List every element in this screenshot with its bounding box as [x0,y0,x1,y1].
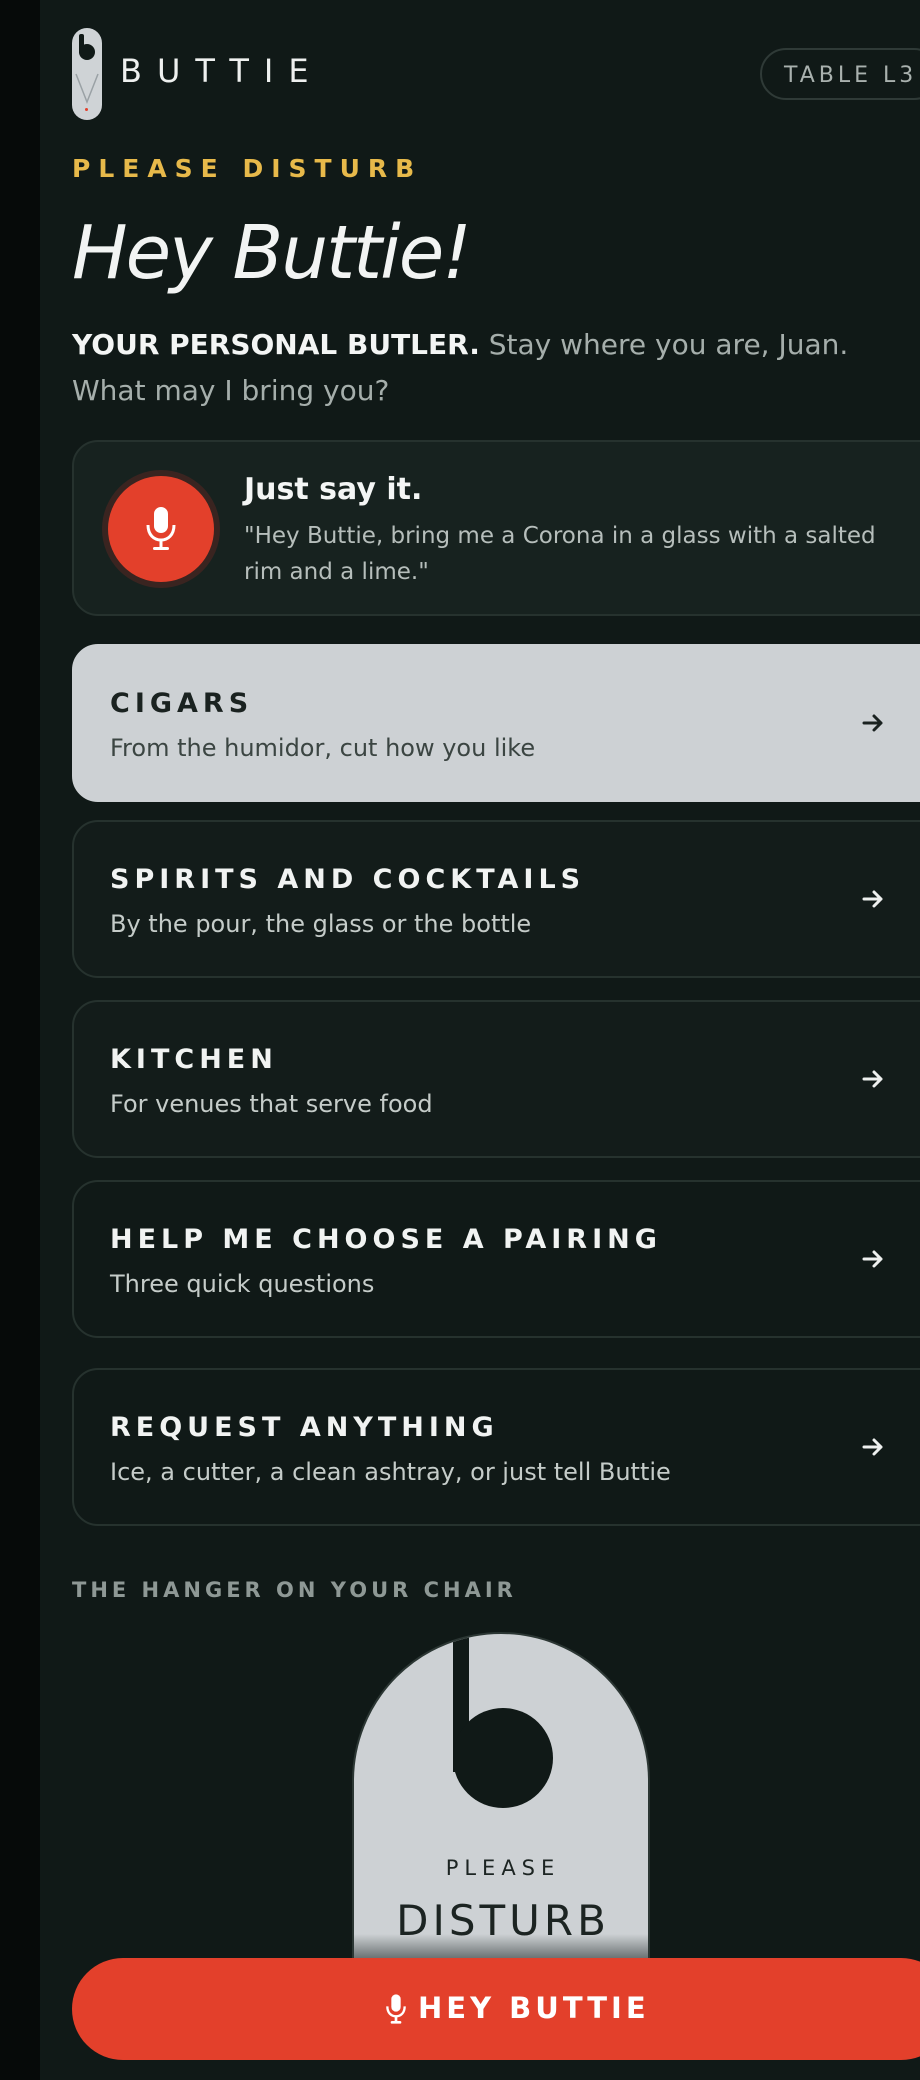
page-title: Hey Buttie! [72,210,472,296]
hanger-hole [453,1708,553,1808]
voice-example: "Hey Buttie, bring me a Corona in a glas… [244,523,876,585]
menu-card-subtitle: From the humidor, cut how you like [110,734,536,762]
buttie-logo-icon [72,28,102,120]
menu-card-pairing[interactable]: HELP ME CHOOSE A PAIRING Three quick que… [72,1180,920,1338]
arrow-right-icon [862,1070,883,1088]
menu-card-cigars[interactable]: CIGARS From the humidor, cut how you lik… [72,644,920,802]
hanger-line-1: PLEASE [445,1856,561,1880]
table-badge[interactable]: TABLE L3 [760,48,920,100]
arrow-right-icon [862,1250,883,1268]
menu-card-subtitle: For venues that serve food [110,1090,433,1118]
voice-prompt-card: Just say it. "Hey Buttie, bring me a Cor… [72,440,920,616]
menu-card-title: REQUEST ANYTHING [110,1412,499,1443]
hey-buttie-button[interactable]: HEY BUTTIE [72,1958,920,2060]
menu-card-request[interactable]: REQUEST ANYTHING Ice, a cutter, a clean … [72,1368,920,1526]
arrow-right-icon [862,714,883,732]
brand-name: BUTTIE [120,52,324,90]
section-heading: THE HANGER ON YOUR CHAIR [72,1578,517,1602]
cta-label: HEY BUTTIE [418,1991,650,2025]
menu-card-subtitle: Three quick questions [110,1270,375,1298]
menu-card-kitchen[interactable]: KITCHEN For venues that serve food [72,1000,920,1158]
microphone-icon [386,1994,406,2024]
microphone-icon [146,507,176,550]
menu-card-title: HELP ME CHOOSE A PAIRING [110,1224,662,1255]
menu-card-title: SPIRITS AND COCKTAILS [110,864,586,895]
door-hanger-preview: PLEASE DISTURB [352,1632,650,1972]
intro-text: YOUR PERSONAL BUTLER. Stay where you are… [72,322,912,414]
menu-card-spirits[interactable]: SPIRITS AND COCKTAILS By the pour, the g… [72,820,920,978]
mic-button-ring [102,470,220,588]
arrow-right-icon [862,890,883,908]
eyebrow-text: PLEASE DISTURB [72,154,423,183]
menu-card-title: CIGARS [110,688,254,719]
app-screen: BUTTIE TABLE L3 PLEASE DISTURB Hey Butti… [40,0,920,2080]
menu-card-subtitle: By the pour, the glass or the bottle [110,910,532,938]
intro-bold: YOUR PERSONAL BUTLER. [72,328,480,361]
voice-title: Just say it. [244,472,423,507]
menu-card-title: KITCHEN [110,1044,278,1075]
voice-mic-button[interactable] [108,476,214,582]
menu-card-subtitle: Ice, a cutter, a clean ashtray, or just … [110,1458,671,1486]
arrow-right-icon [862,1438,883,1456]
